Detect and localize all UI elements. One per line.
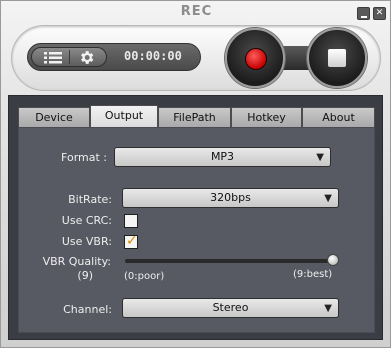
format-label: Format : — [61, 151, 107, 164]
recorder-window: REC ✕ 00:00:00 Device Output FilePath Ho… — [0, 0, 391, 348]
toolbar-pill: 00:00:00 — [27, 43, 201, 71]
record-button[interactable] — [225, 28, 285, 88]
stop-button[interactable] — [307, 28, 367, 88]
transport-controls — [221, 28, 381, 88]
stop-icon — [328, 49, 346, 67]
bitrate-select[interactable]: 320bps ▼ — [122, 188, 339, 208]
vbr-quality-label: VBR Quality: — [42, 255, 111, 268]
format-select[interactable]: MP3 ▼ — [114, 147, 331, 167]
vbr-quality-value: (9) — [77, 269, 93, 282]
slider-thumb[interactable] — [327, 254, 339, 266]
elapsed-timer: 00:00:00 — [124, 49, 182, 63]
tab-about[interactable]: About — [302, 107, 375, 127]
close-button[interactable]: ✕ — [373, 7, 386, 20]
crc-label: Use CRC: — [61, 214, 112, 227]
checkmark-icon: ✓ — [126, 233, 138, 249]
tab-device[interactable]: Device — [18, 107, 90, 127]
group-divider — [69, 50, 70, 64]
minimize-icon — [361, 16, 367, 18]
vbr-checkbox[interactable]: ✓ — [124, 233, 138, 249]
crc-checkbox[interactable] — [124, 214, 138, 228]
minimize-button[interactable] — [357, 7, 370, 20]
chevron-down-icon: ▼ — [316, 152, 324, 163]
bitrate-value: 320bps — [210, 191, 251, 204]
chevron-down-icon: ▼ — [324, 303, 332, 314]
vbr-label: Use VBR: — [61, 235, 112, 248]
chevron-down-icon: ▼ — [324, 193, 332, 204]
close-icon: ✕ — [375, 8, 384, 18]
tab-filepath[interactable]: FilePath — [158, 107, 231, 127]
gear-icon[interactable] — [78, 49, 95, 66]
window-title: REC — [180, 4, 213, 19]
slider-min-label: (0:poor) — [124, 271, 165, 282]
format-value: MP3 — [210, 150, 235, 163]
settings-tabs: Device Output FilePath Hotkey About — [18, 105, 375, 127]
channel-select[interactable]: Stereo ▼ — [122, 298, 339, 318]
bitrate-label: BitRate: — [68, 193, 112, 206]
tab-output[interactable]: Output — [90, 105, 158, 127]
list-icon[interactable] — [44, 51, 62, 64]
tab-hotkey[interactable]: Hotkey — [231, 107, 302, 127]
channel-value: Stereo — [212, 301, 249, 314]
menu-settings-group — [31, 47, 107, 67]
channel-label: Channel: — [63, 303, 112, 316]
slider-max-label: (9:best) — [293, 269, 333, 280]
vbr-quality-slider[interactable] — [125, 259, 335, 263]
record-icon — [245, 48, 267, 70]
